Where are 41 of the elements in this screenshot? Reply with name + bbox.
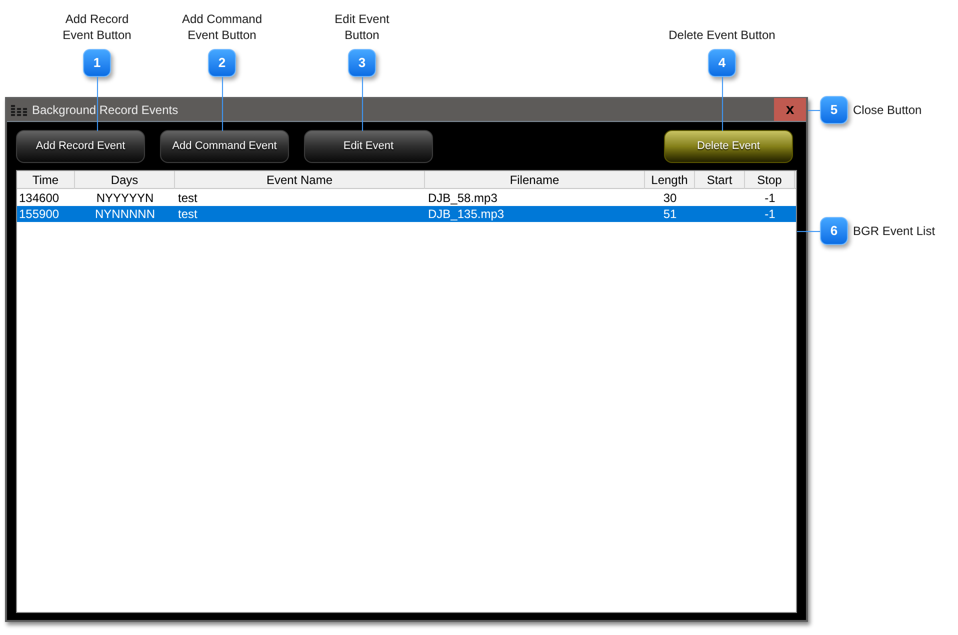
column-header[interactable]: Stop: [745, 171, 795, 189]
level-meter-icon: [11, 104, 27, 116]
table-cell: 30: [663, 190, 677, 206]
table-cell: -1: [764, 190, 776, 206]
table-cell: test: [178, 190, 198, 206]
callout-marker: 4: [708, 49, 736, 77]
column-header[interactable]: Days: [75, 171, 175, 189]
toolbar-button[interactable]: Edit Event: [304, 130, 433, 163]
table-cell: DJB_58.mp3: [428, 190, 498, 206]
callout-marker: 3: [348, 49, 376, 77]
table-row[interactable]: 155900 NYNNNNN test DJB_135.mp3 51 -1: [17, 206, 796, 222]
callout-label: Delete Event Button: [668, 27, 776, 43]
column-header[interactable]: Length: [645, 171, 695, 189]
leader-line: [797, 230, 820, 232]
table-cell: -1: [764, 206, 776, 222]
column-header[interactable]: Start: [695, 171, 745, 189]
table-cell: test: [178, 206, 198, 222]
callout-marker: 2: [208, 49, 236, 77]
callout-marker: 6: [820, 217, 848, 245]
column-header[interactable]: Time: [17, 171, 75, 189]
window-title: Background Record Events: [32, 102, 178, 119]
table-cell: 155900: [19, 206, 60, 222]
table-cell: NYNNNNN: [95, 206, 155, 222]
toolbar-button[interactable]: Add Record Event: [16, 130, 145, 163]
callout-label: BGR Event List: [853, 223, 936, 239]
callout-label: Add Record Event Button: [62, 11, 132, 43]
callout-marker: 1: [83, 49, 111, 77]
table-cell: 134600: [19, 190, 60, 206]
table-cell: DJB_135.mp3: [428, 206, 504, 222]
table-cell: NYYYYYN: [96, 190, 154, 206]
toolbar-button[interactable]: Add Command Event: [160, 130, 289, 163]
column-header[interactable]: Filename: [425, 171, 645, 189]
callout-marker: 5: [820, 96, 848, 124]
leader-line: [96, 77, 98, 131]
close-button[interactable]: x: [774, 98, 806, 121]
callout-label: Edit Event Button: [334, 11, 390, 43]
column-header[interactable]: Event Name: [175, 171, 425, 189]
callout-label: Add Command Event Button: [182, 11, 262, 43]
table-cell: 51: [663, 206, 677, 222]
toolbar-button[interactable]: Delete Event: [664, 130, 793, 163]
callout-label: Close Button: [853, 102, 922, 118]
